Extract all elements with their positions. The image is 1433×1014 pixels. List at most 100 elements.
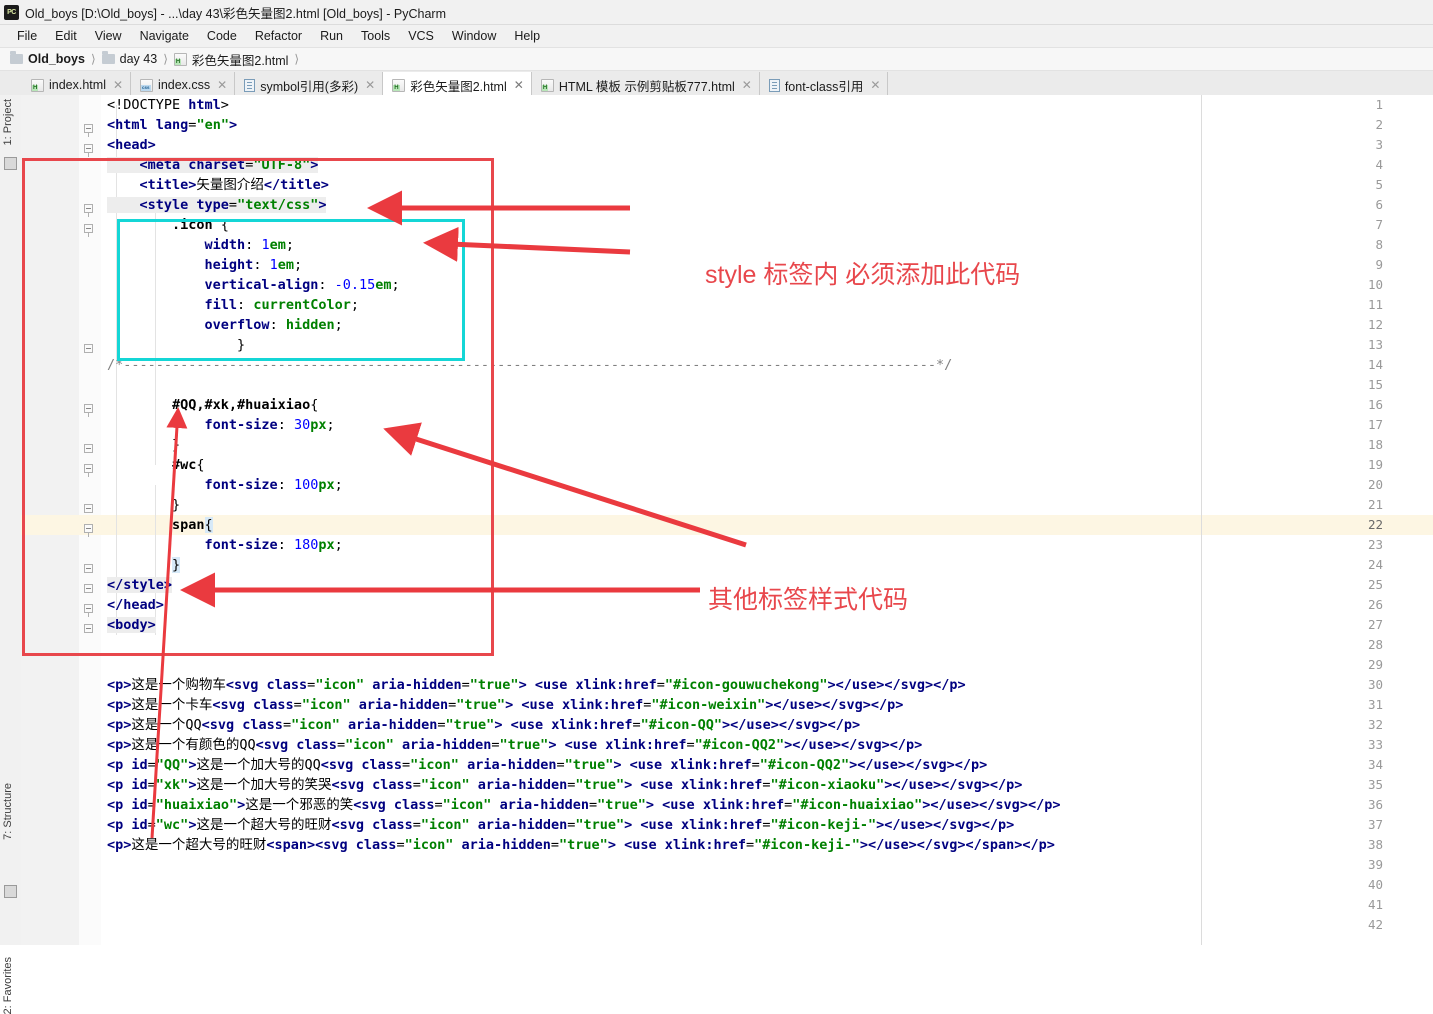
menu-vcs[interactable]: VCS bbox=[399, 27, 443, 45]
code-line-23: font-size: 180px; bbox=[107, 537, 343, 553]
breadcrumb-label: 彩色矢量图2.html bbox=[191, 53, 289, 68]
text-file-icon bbox=[244, 78, 256, 92]
code-line-21: } bbox=[107, 497, 181, 513]
fold-marker[interactable] bbox=[84, 504, 93, 513]
fold-marker[interactable] bbox=[84, 224, 93, 237]
code-line-37: <p id="wc">这是一个超大号的旺财<svg class="icon" a… bbox=[107, 817, 1015, 833]
code-line-12: overflow: hidden; bbox=[107, 317, 343, 333]
menu-navigate[interactable]: Navigate bbox=[131, 27, 198, 45]
fold-marker[interactable] bbox=[84, 144, 93, 157]
code-line-31: <p>这是一个卡车<svg class="icon" aria-hidden="… bbox=[107, 697, 904, 713]
tab-label: symbol引用(多彩) bbox=[260, 79, 359, 94]
html-file-icon bbox=[540, 78, 554, 92]
menu-file[interactable]: File bbox=[8, 27, 46, 45]
code-line-38: <p>这是一个超大号的旺财<span><svg class="icon" ari… bbox=[107, 837, 1055, 853]
menu-bar: File Edit View Navigate Code Refactor Ru… bbox=[0, 25, 1433, 48]
code-editor[interactable]: 1 2 3 4 5 6 7 8 9 10 11 12 13 14 15 16 17 18 19 20 21 22 23 24 2… bbox=[21, 95, 1433, 945]
fold-marker[interactable] bbox=[84, 564, 93, 573]
fold-marker[interactable] bbox=[84, 204, 93, 217]
fold-marker[interactable] bbox=[84, 604, 93, 617]
close-icon[interactable]: ✕ bbox=[365, 78, 375, 92]
folder-icon bbox=[10, 51, 23, 64]
code-line-26: </head> bbox=[107, 597, 164, 613]
breadcrumb-label: day 43 bbox=[119, 52, 158, 66]
code-line-14: /*--------------------------------------… bbox=[107, 357, 953, 373]
code-line-24: } bbox=[172, 557, 181, 573]
fold-marker[interactable] bbox=[84, 464, 93, 477]
folder-icon bbox=[101, 51, 115, 64]
code-line-34: <p id="QQ">这是一个加大号的QQ<svg class="icon" a… bbox=[107, 757, 988, 773]
breadcrumb-separator: ⟩ bbox=[294, 52, 300, 66]
code-line-33: <p>这是一个有颜色的QQ<svg class="icon" aria-hidd… bbox=[107, 737, 923, 753]
code-line-9: height: 1em; bbox=[107, 257, 303, 273]
menu-run[interactable]: Run bbox=[311, 27, 352, 45]
fold-marker[interactable] bbox=[84, 584, 93, 593]
breadcrumb-label: Old_boys bbox=[28, 52, 85, 66]
tool-button-structure[interactable]: 7: Structure bbox=[2, 783, 14, 840]
code-line-13: } bbox=[107, 337, 246, 353]
code-line-1: <!DOCTYPE html> bbox=[107, 97, 229, 113]
text-file-icon bbox=[768, 78, 780, 92]
breadcrumb: Old_boys ⟩ day 43 ⟩ 彩色矢量图2.html ⟩ bbox=[0, 48, 1433, 71]
code-line-22: span{ bbox=[107, 517, 213, 533]
fold-marker[interactable] bbox=[84, 444, 93, 453]
close-icon[interactable]: ✕ bbox=[113, 78, 123, 92]
code-line-7: .icon { bbox=[107, 217, 229, 233]
code-line-32: <p>这是一个QQ<svg class="icon" aria-hidden="… bbox=[107, 717, 861, 733]
tab-label: 彩色矢量图2.html bbox=[410, 79, 507, 94]
project-tool-icon[interactable] bbox=[4, 157, 17, 170]
code-line-5: <title>矢量图介绍</title> bbox=[107, 177, 329, 193]
tab-label: index.css bbox=[158, 78, 211, 92]
close-icon[interactable]: ✕ bbox=[514, 78, 524, 92]
fold-marker[interactable] bbox=[84, 404, 93, 417]
annotation-style-tag: style 标签内 必须添加此代码 bbox=[705, 261, 1021, 289]
code-line-18: } bbox=[107, 437, 181, 453]
html-file-icon bbox=[31, 78, 44, 92]
close-icon[interactable]: ✕ bbox=[870, 78, 880, 92]
code-line-4: <meta charset="UTF-8"> bbox=[107, 157, 319, 173]
fold-marker[interactable] bbox=[84, 524, 93, 537]
code-line-10: vertical-align: -0.15em; bbox=[107, 277, 400, 293]
code-line-30: <p>这是一个购物车<svg class="icon" aria-hidden=… bbox=[107, 677, 966, 693]
tab-label: font-class引用 bbox=[784, 79, 864, 94]
code-line-19: #wc{ bbox=[107, 457, 205, 473]
structure-tool-icon[interactable] bbox=[4, 885, 17, 898]
menu-refactor[interactable]: Refactor bbox=[246, 27, 311, 45]
breadcrumb-item-file[interactable]: 彩色矢量图2.html bbox=[173, 50, 289, 69]
menu-edit[interactable]: Edit bbox=[46, 27, 86, 45]
code-line-6: <style type="text/css"> bbox=[107, 197, 327, 213]
window-title: Old_boys [D:\Old_boys] - ...\day 43\彩色矢量… bbox=[25, 6, 446, 21]
code-line-11: fill: currentColor; bbox=[107, 297, 359, 313]
close-icon[interactable]: ✕ bbox=[742, 78, 752, 92]
tool-button-project[interactable]: 1: Project bbox=[2, 99, 14, 145]
fold-marker[interactable] bbox=[84, 624, 93, 633]
menu-tools[interactable]: Tools bbox=[352, 27, 399, 45]
code-line-2: <html lang="en"> bbox=[107, 117, 238, 133]
tab-label: HTML 模板 示例剪贴板777.html bbox=[558, 79, 735, 94]
menu-view[interactable]: View bbox=[86, 27, 131, 45]
html-file-icon bbox=[392, 78, 406, 92]
breadcrumb-item-folder[interactable]: day 43 bbox=[101, 51, 158, 66]
breadcrumb-separator: ⟩ bbox=[90, 52, 96, 66]
code-line-16: #QQ,#xk,#huaixiao{ bbox=[107, 397, 319, 413]
code-line-36: <p id="huaixiao">这是一个邪恶的笑<svg class="ico… bbox=[107, 797, 1061, 813]
tool-button-favorites[interactable]: 2: Favorites bbox=[2, 957, 14, 1014]
window-title-bar: PC Old_boys [D:\Old_boys] - ...\day 43\彩… bbox=[0, 0, 1433, 25]
close-icon[interactable]: ✕ bbox=[217, 78, 227, 92]
menu-help[interactable]: Help bbox=[505, 27, 549, 45]
menu-code[interactable]: Code bbox=[198, 27, 246, 45]
fold-marker[interactable] bbox=[84, 344, 93, 353]
breadcrumb-item-project[interactable]: Old_boys bbox=[10, 51, 85, 66]
code-line-8: width: 1em; bbox=[107, 237, 294, 253]
code-line-25: </style> bbox=[107, 577, 173, 593]
code-line-27: <body> bbox=[107, 617, 156, 633]
css-file-icon bbox=[140, 78, 154, 92]
menu-window[interactable]: Window bbox=[443, 27, 505, 45]
code-line-35: <p id="xk">这是一个加大号的笑哭<svg class="icon" a… bbox=[107, 777, 1023, 793]
tab-label: index.html bbox=[49, 78, 106, 92]
fold-marker[interactable] bbox=[84, 124, 93, 137]
code-line-3: <head> bbox=[107, 137, 156, 153]
code-line-20: font-size: 100px; bbox=[107, 477, 343, 493]
breadcrumb-separator: ⟩ bbox=[163, 52, 168, 66]
code-text-area[interactable]: <!DOCTYPE html> <html lang="en"> <head> … bbox=[107, 95, 1433, 945]
